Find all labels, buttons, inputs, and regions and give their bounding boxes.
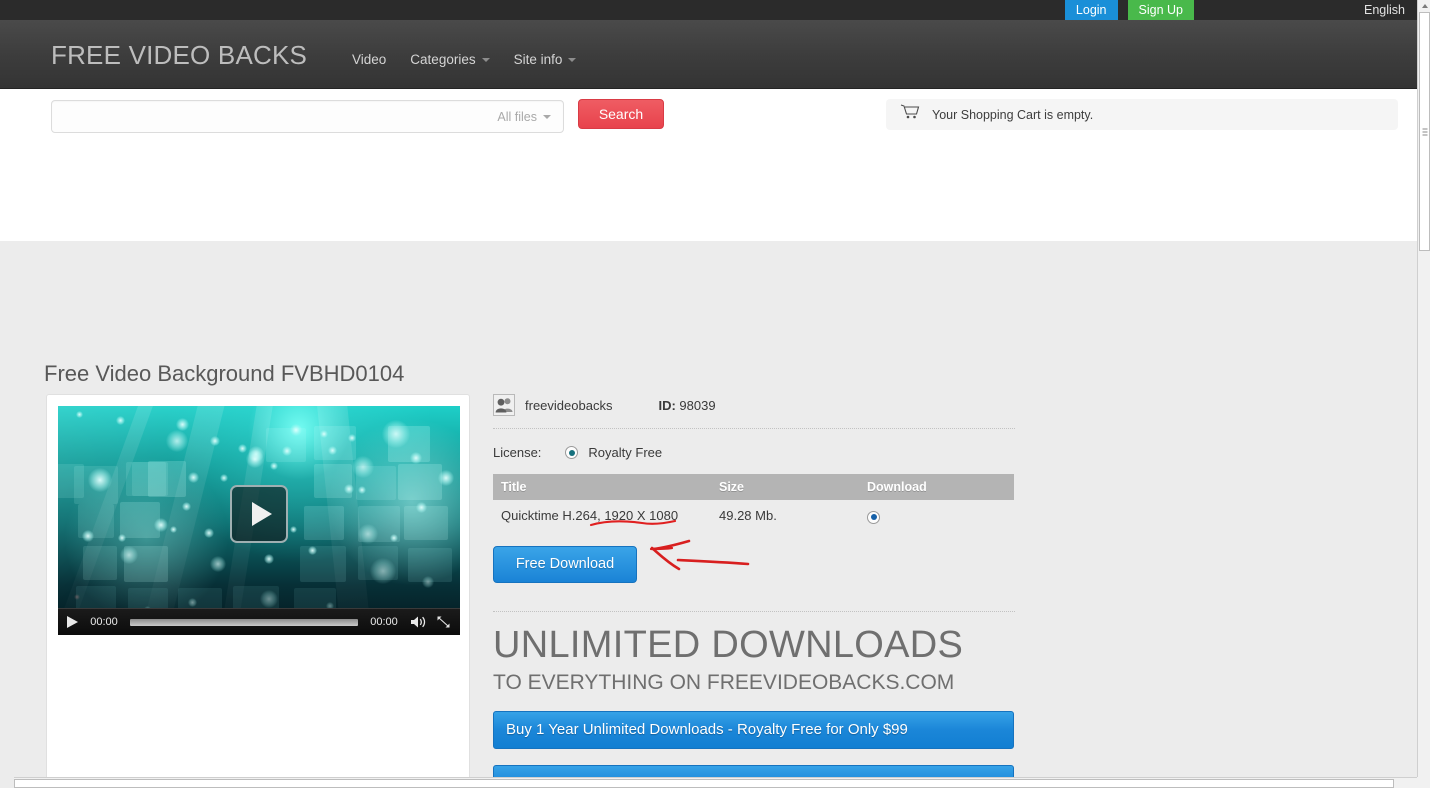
nav-item-video[interactable]: Video bbox=[340, 46, 398, 73]
avatar bbox=[493, 394, 515, 416]
divider bbox=[493, 610, 1015, 612]
scrollbar-corner bbox=[1417, 777, 1430, 788]
free-download-button[interactable]: Free Download bbox=[493, 545, 637, 583]
video-controls-bar: 00:00 00:00 bbox=[58, 608, 460, 635]
license-label: License: bbox=[493, 445, 542, 460]
video-card: 00:00 00:00 bbox=[46, 394, 470, 788]
promo-title: UNLIMITED DOWNLOADS bbox=[493, 623, 964, 666]
search-button[interactable]: Search bbox=[578, 99, 664, 129]
play-overlay-button[interactable] bbox=[230, 484, 288, 543]
author-row: freevideobacks ID: 98039 bbox=[493, 394, 1015, 428]
horizontal-scrollbar[interactable] bbox=[14, 777, 1417, 788]
file-title-cell: Quicktime H.264, 1920 X 1080 bbox=[493, 500, 711, 532]
item-id-value: 98039 bbox=[679, 397, 716, 413]
col-header-size: Size bbox=[711, 474, 859, 500]
play-icon bbox=[251, 501, 272, 526]
chevron-down-icon bbox=[568, 57, 577, 62]
nav-label: Video bbox=[352, 52, 387, 67]
vertical-scrollbar-thumb[interactable] bbox=[1419, 12, 1430, 251]
page-title: Free Video Background FVBHD0104 bbox=[44, 361, 405, 386]
search-input[interactable] bbox=[52, 101, 498, 132]
file-type-filter-label: All files bbox=[497, 109, 537, 124]
fullscreen-icon[interactable] bbox=[436, 615, 451, 629]
nav-item-categories[interactable]: Categories bbox=[398, 46, 501, 73]
site-logo[interactable]: FREE VIDEO BACKS bbox=[51, 40, 307, 71]
files-table: Title Size Download Quicktime H.264, 192… bbox=[493, 474, 1014, 532]
play-icon[interactable] bbox=[67, 616, 78, 628]
login-button[interactable]: Login bbox=[1064, 0, 1118, 20]
progress-bar[interactable] bbox=[130, 618, 358, 626]
nav-label: Categories bbox=[410, 52, 476, 67]
scrollbar-grip-icon bbox=[1422, 128, 1427, 135]
license-radio[interactable] bbox=[565, 446, 579, 459]
shopping-cart-icon bbox=[900, 104, 920, 125]
promo-subtitle: TO EVERYTHING ON FREEVIDEOBACKS.COM bbox=[493, 671, 955, 695]
file-type-filter[interactable]: All files bbox=[497, 110, 563, 124]
top-utility-right: Login Sign Up English bbox=[1064, 0, 1417, 20]
site-header: FREE VIDEO BACKS Video Categories Site i… bbox=[0, 20, 1417, 89]
author-name[interactable]: freevideobacks bbox=[525, 398, 612, 413]
signup-button[interactable]: Sign Up bbox=[1127, 0, 1194, 20]
chevron-down-icon bbox=[543, 114, 551, 119]
buy-royalty-free-button[interactable]: Buy 1 Year Unlimited Downloads - Royalty… bbox=[493, 711, 1014, 750]
shopping-cart-widget[interactable]: Your Shopping Cart is empty. bbox=[886, 99, 1398, 130]
download-radio[interactable] bbox=[867, 510, 880, 524]
item-details-column: freevideobacks ID: 98039 License: Royalt… bbox=[493, 394, 1015, 788]
col-header-title: Title bbox=[493, 474, 711, 500]
current-time: 00:00 bbox=[90, 616, 118, 628]
file-size-cell: 49.28 Mb. bbox=[719, 508, 777, 524]
search-box: All files bbox=[51, 100, 564, 133]
file-resolution: 1920 X 1080 bbox=[604, 508, 679, 524]
nav-item-site-info[interactable]: Site info bbox=[502, 46, 589, 73]
main-navigation: Video Categories Site info bbox=[340, 46, 588, 73]
item-id: ID: 98039 bbox=[658, 398, 715, 413]
language-selector[interactable]: English bbox=[1364, 0, 1417, 20]
browser-viewport: Login Sign Up English FREE VIDEO BACKS V… bbox=[0, 0, 1430, 788]
video-player[interactable]: 00:00 00:00 bbox=[58, 406, 460, 635]
file-download-cell bbox=[859, 500, 1014, 532]
divider bbox=[493, 428, 1015, 429]
chevron-up-icon bbox=[1421, 4, 1428, 8]
license-row: License: Royalty Free bbox=[493, 445, 1015, 474]
duration: 00:00 bbox=[370, 616, 398, 628]
item-id-label: ID: bbox=[658, 397, 676, 413]
table-header-row: Title Size Download bbox=[493, 474, 1014, 500]
chevron-down-icon bbox=[481, 57, 490, 62]
col-header-download: Download bbox=[859, 474, 1014, 500]
volume-icon[interactable] bbox=[410, 615, 427, 629]
nav-label: Site info bbox=[513, 52, 563, 67]
shopping-cart-text: Your Shopping Cart is empty. bbox=[932, 107, 1094, 122]
scroll-up-arrow[interactable] bbox=[1418, 0, 1430, 12]
table-row: Quicktime H.264, 1920 X 1080 49.28 Mb. bbox=[493, 500, 1014, 532]
top-utility-bar: Login Sign Up English bbox=[0, 0, 1417, 20]
license-value: Royalty Free bbox=[588, 445, 663, 460]
horizontal-scrollbar-thumb[interactable] bbox=[14, 779, 1394, 788]
vertical-scrollbar[interactable] bbox=[1417, 0, 1430, 780]
file-title-prefix: Quicktime H.264, bbox=[501, 508, 605, 524]
